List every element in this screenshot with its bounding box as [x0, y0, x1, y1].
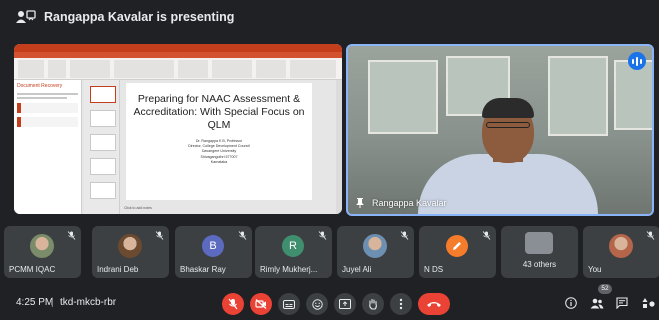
participant-tile[interactable]: N DS	[419, 226, 496, 278]
camera-off-button[interactable]	[250, 293, 272, 315]
mic-muted-icon	[482, 231, 491, 240]
participant-name: You	[588, 265, 602, 274]
current-slide: Preparing for NAAC Assessment & Accredit…	[126, 83, 312, 200]
slide-thumbnails	[84, 80, 120, 214]
participant-name: Juyel Ali	[342, 265, 372, 274]
avatar: R	[282, 235, 304, 257]
avatar	[363, 234, 387, 258]
speaker-video-tile[interactable]: Rangappa Kavalar	[346, 44, 654, 216]
activities-button[interactable]	[638, 295, 659, 311]
speaking-indicator-icon	[628, 52, 646, 70]
participant-tile[interactable]: R Rimly Mukherj...	[255, 226, 332, 278]
powerpoint-ribbon	[14, 44, 342, 80]
clock: 4:25 PM	[16, 297, 54, 308]
others-count-label: 43 others	[522, 260, 557, 269]
document-recovery-pane: Document Recovery	[14, 80, 82, 214]
mic-off-button[interactable]	[222, 293, 244, 315]
avatar	[30, 234, 54, 258]
present-button[interactable]	[334, 293, 356, 315]
participant-name: Indrani Deb	[97, 265, 139, 274]
avatar	[446, 235, 468, 257]
chat-button[interactable]	[614, 295, 630, 311]
avatar: B	[202, 235, 224, 257]
mic-off-icon	[228, 298, 238, 310]
recovery-item	[17, 117, 78, 127]
people-icon	[590, 298, 604, 308]
mic-muted-icon	[238, 231, 247, 240]
pin-icon[interactable]	[356, 198, 364, 208]
notes-placeholder: Click to add notes	[124, 206, 152, 210]
meeting-info-button[interactable]	[563, 295, 579, 311]
participant-name: Rimly Mukherj...	[260, 265, 318, 274]
slide-title: Preparing for NAAC Assessment & Accredit…	[133, 93, 305, 131]
powerpoint-body: Document Recovery Preparing for NAAC Ass…	[14, 80, 342, 214]
participant-count-badge: 52	[598, 284, 612, 294]
separator: |	[51, 297, 54, 308]
chat-icon	[616, 297, 628, 309]
presentation-tile[interactable]: Document Recovery Preparing for NAAC Ass…	[14, 44, 342, 214]
shapes-icon	[642, 298, 655, 308]
document-recovery-title: Document Recovery	[17, 83, 63, 89]
mic-muted-icon	[67, 231, 76, 240]
bottom-toolbar: 4:25 PM | tkd-mkcb-rbr	[0, 286, 659, 320]
more-vert-icon	[399, 298, 403, 310]
mic-muted-icon	[646, 231, 655, 240]
participant-name: Bhaskar Ray	[180, 265, 226, 274]
scrollbar	[336, 80, 342, 214]
participant-tile[interactable]: PCMM IQAC	[4, 226, 81, 278]
reactions-button[interactable]	[306, 293, 328, 315]
captions-button[interactable]	[278, 293, 300, 315]
participant-name: PCMM IQAC	[9, 265, 56, 274]
mic-muted-icon	[155, 231, 164, 240]
participant-tile[interactable]: You	[583, 226, 659, 278]
info-icon	[565, 297, 577, 309]
mic-muted-icon	[400, 231, 409, 240]
more-options-button[interactable]	[390, 293, 412, 315]
recovery-item	[17, 103, 78, 113]
avatar	[609, 234, 633, 258]
participant-tile[interactable]: B Bhaskar Ray	[175, 226, 252, 278]
participant-tile[interactable]: 43 others	[501, 226, 578, 278]
avatar	[118, 234, 142, 258]
participant-tile[interactable]: Indrani Deb	[92, 226, 169, 278]
participant-name: N DS	[424, 265, 444, 274]
emoji-icon	[311, 298, 323, 310]
leave-call-button[interactable]	[418, 293, 450, 315]
meeting-code: tkd-mkcb-rbr	[60, 297, 117, 308]
hand-icon	[369, 298, 377, 310]
participant-tile[interactable]: Juyel Ali	[337, 226, 414, 278]
raise-hand-button[interactable]	[362, 293, 384, 315]
speaker-name-label: Rangappa Kavalar	[356, 198, 447, 208]
slide-subtitle: Dr. Rangappa K B, Professor Director, Co…	[188, 139, 250, 164]
present-screen-icon	[339, 299, 351, 309]
captions-icon	[283, 299, 295, 309]
presentation-icon	[16, 10, 36, 23]
pencil-icon	[453, 242, 461, 250]
avatar	[525, 232, 553, 254]
presenting-text: Rangappa Kavalar is presenting	[44, 10, 235, 24]
mic-muted-icon	[318, 231, 327, 240]
end-call-icon	[427, 302, 441, 307]
presenting-banner: Rangappa Kavalar is presenting	[0, 0, 659, 34]
camera-off-icon	[255, 299, 267, 309]
people-button[interactable]	[589, 295, 605, 311]
